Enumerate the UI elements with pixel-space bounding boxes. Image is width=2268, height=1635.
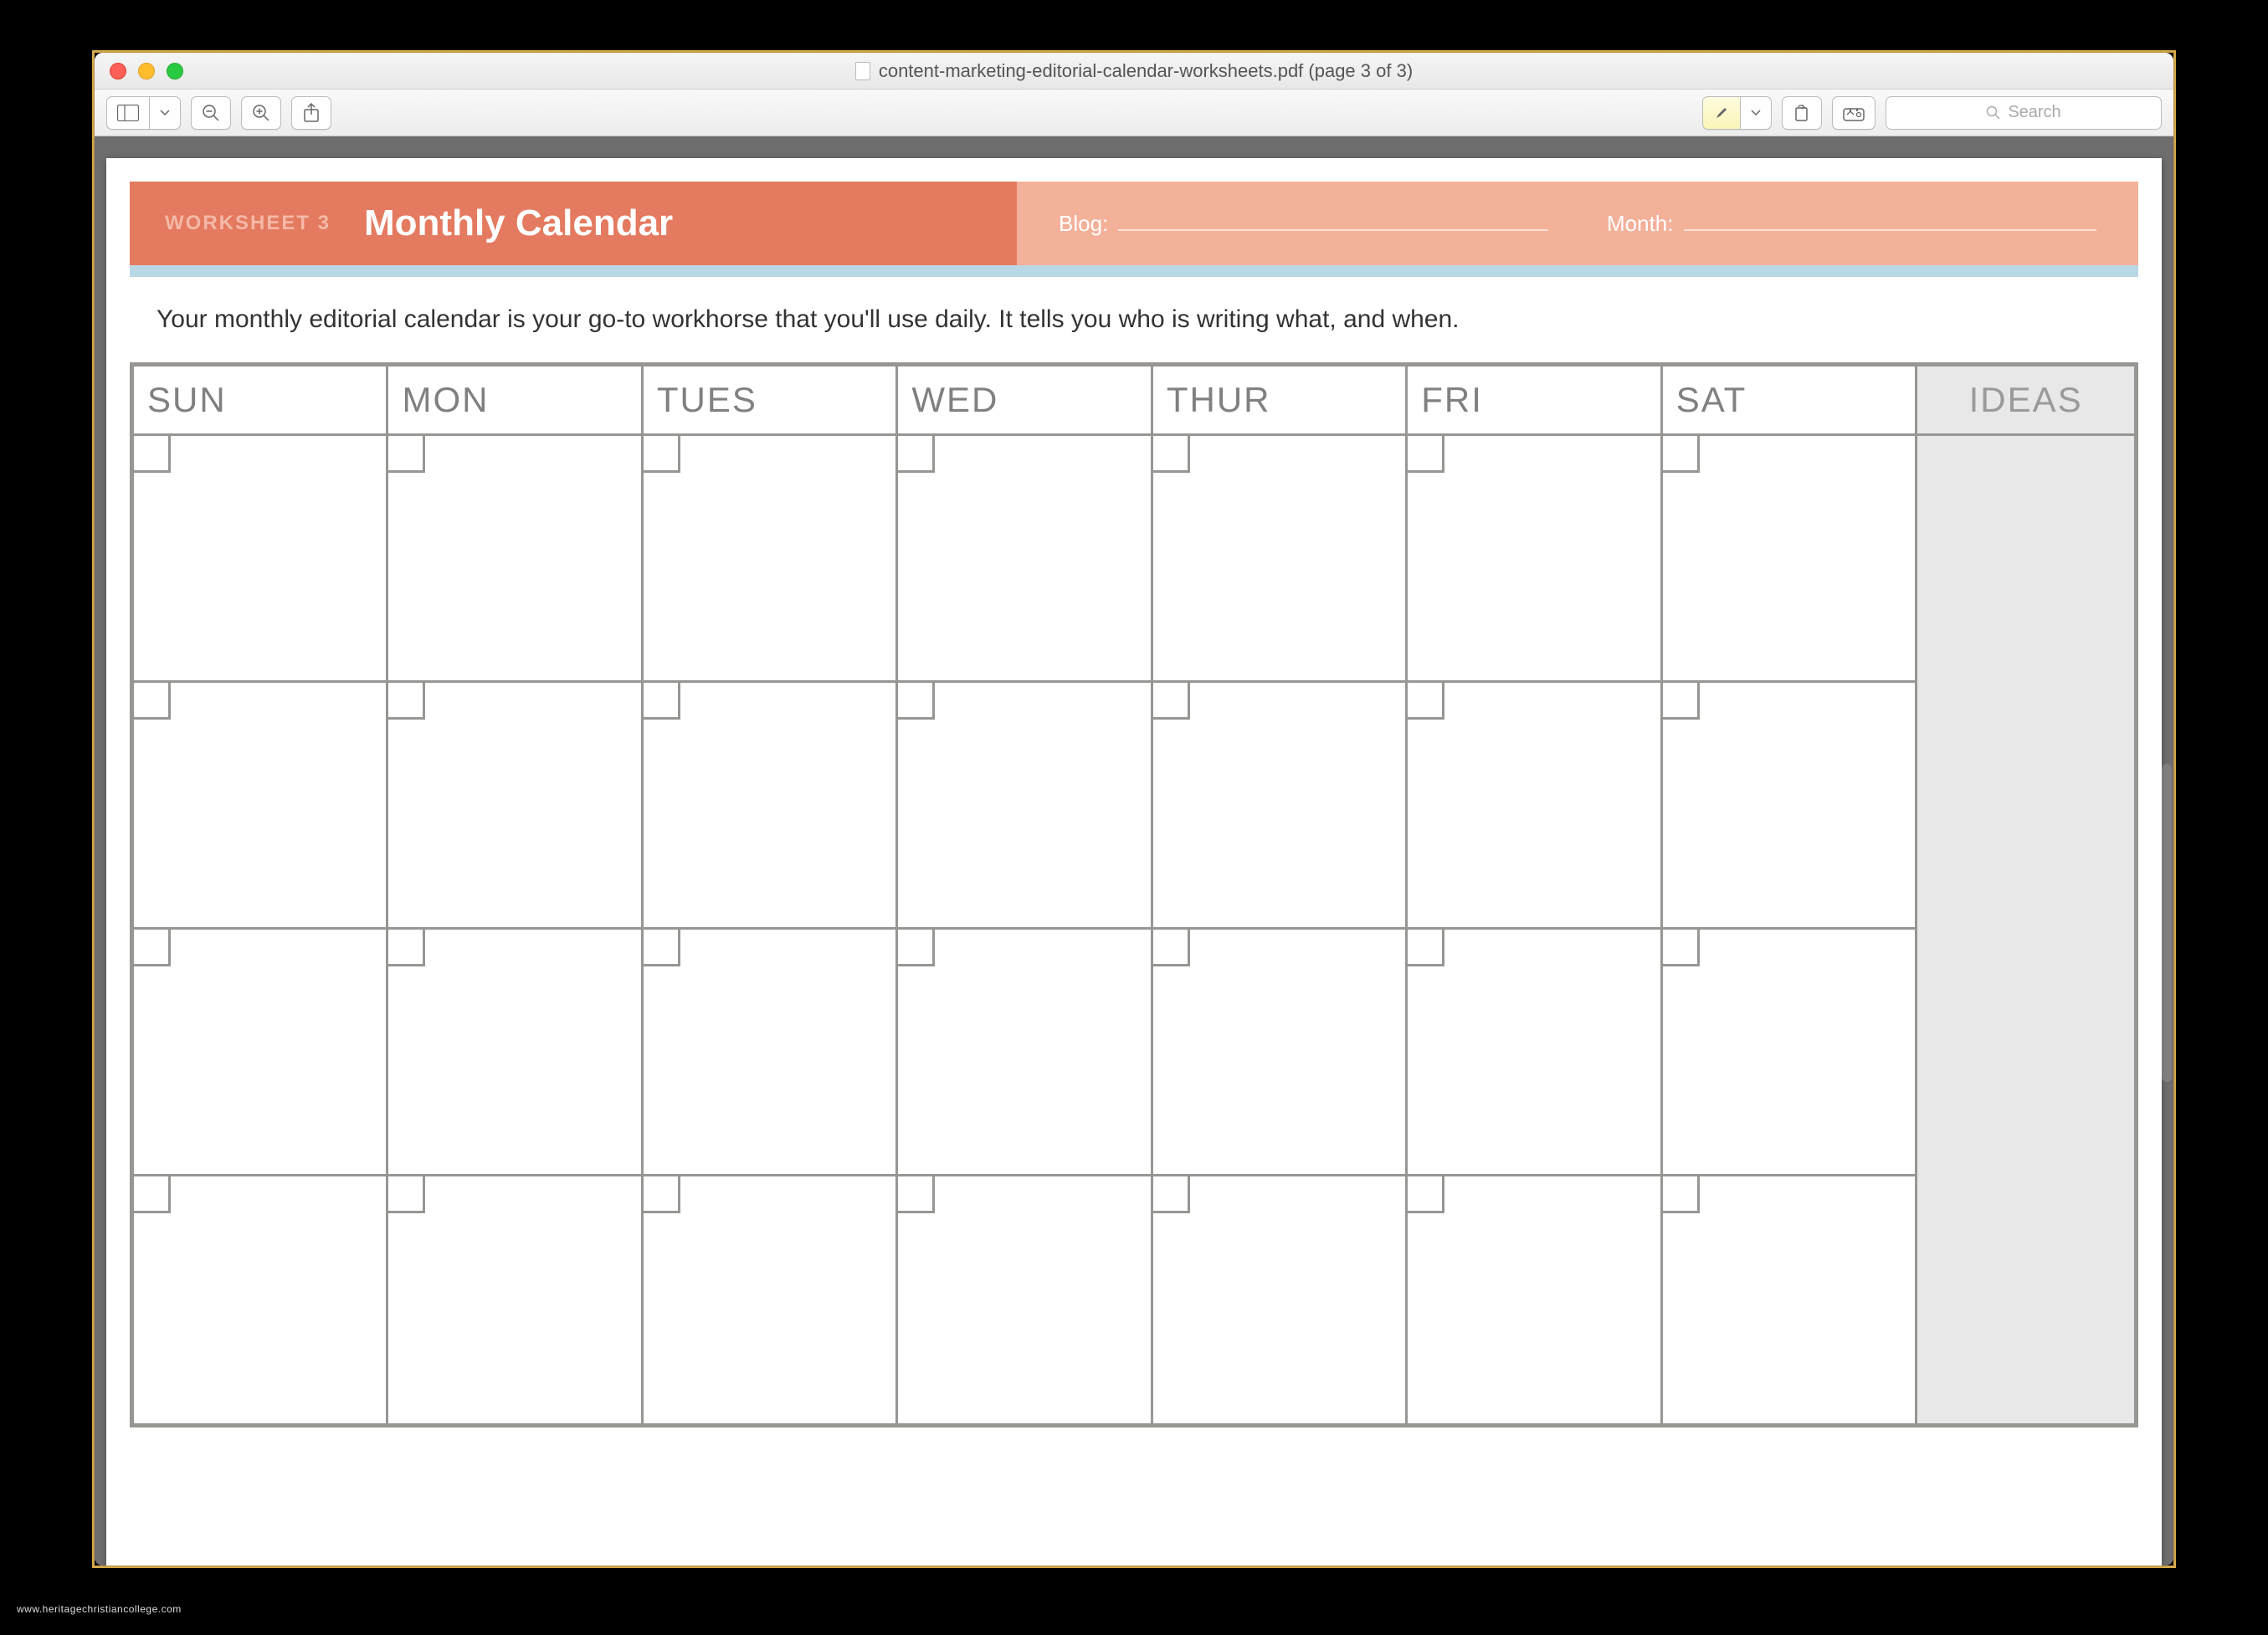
pdf-file-icon (855, 62, 870, 80)
calendar-body (134, 433, 2134, 1423)
vertical-scrollbar[interactable] (2162, 764, 2172, 1082)
calendar-day-cell (644, 436, 898, 683)
window-title: content-marketing-editorial-calendar-wor… (95, 60, 2173, 82)
day-header-mon: MON (388, 366, 643, 433)
rotate-icon (1793, 104, 1811, 122)
share-button[interactable] (291, 96, 331, 130)
zoom-out-button[interactable] (191, 96, 231, 130)
blog-field-line (1118, 214, 1548, 231)
calendar-day-cell (388, 1176, 643, 1423)
calendar-day-cell (1663, 683, 1917, 930)
calendar-day-cell (1153, 436, 1408, 683)
calendar-day-cell (1408, 683, 1662, 930)
day-header-sat: SAT (1663, 366, 1917, 433)
zoom-in-icon (252, 104, 270, 122)
markup-icon (1843, 105, 1865, 121)
calendar-day-cell (898, 436, 1152, 683)
calendar-day-cell (1408, 436, 1662, 683)
calendar-day-cell (1153, 930, 1408, 1176)
blog-field-label: Blog: (1059, 211, 1108, 237)
calendar-day-cell (1153, 683, 1408, 930)
pdf-page: WORKSHEET 3 Monthly Calendar Blog: Month… (106, 158, 2162, 1566)
day-header-tues: TUES (644, 366, 898, 433)
day-header-sun: SUN (134, 366, 388, 433)
calendar-day-cell (388, 683, 643, 930)
chevron-down-icon (1751, 110, 1761, 116)
month-field-line (1684, 214, 2097, 231)
chevron-down-icon (160, 110, 170, 116)
intro-text: Your monthly editorial calendar is your … (106, 277, 2162, 362)
search-icon (1986, 105, 2001, 120)
highlight-icon (1713, 105, 1730, 121)
calendar-day-cell (1153, 1176, 1408, 1423)
day-header-fri: FRI (1408, 366, 1662, 433)
toolbar: Search (95, 90, 2173, 136)
highlight-button[interactable] (1702, 96, 1772, 130)
calendar-day-cell (1408, 1176, 1662, 1423)
calendar-grid: SUN MON TUES WED THUR FRI SAT IDEAS (130, 362, 2138, 1427)
calendar-day-cell (1408, 930, 1662, 1176)
worksheet-header: WORKSHEET 3 Monthly Calendar Blog: Month… (130, 182, 2138, 265)
day-header-wed: WED (898, 366, 1152, 433)
markup-toolbar-button[interactable] (1832, 96, 1875, 130)
day-header-thur: THUR (1153, 366, 1408, 433)
calendar-day-cell (644, 930, 898, 1176)
calendar-day-cell (1663, 930, 1917, 1176)
minimize-window-button[interactable] (138, 63, 155, 79)
calendar-day-cell (134, 930, 388, 1176)
zoom-out-icon (202, 104, 220, 122)
calendar-day-cell (644, 1176, 898, 1423)
maximize-window-button[interactable] (167, 63, 183, 79)
zoom-in-button[interactable] (241, 96, 281, 130)
calendar-day-cell (134, 1176, 388, 1423)
worksheet-number-label: WORKSHEET 3 (165, 212, 331, 235)
share-icon (304, 103, 319, 123)
calendar-day-cell (388, 930, 643, 1176)
month-field-label: Month: (1607, 211, 1674, 237)
calendar-day-cell (898, 1176, 1152, 1423)
worksheet-title: Monthly Calendar (364, 202, 673, 244)
rotate-button[interactable] (1782, 96, 1822, 130)
header-accent-strip (130, 265, 2138, 277)
ideas-column (1917, 436, 2134, 1423)
calendar-header-row: SUN MON TUES WED THUR FRI SAT IDEAS (134, 366, 2134, 433)
watermark-text: www.heritagechristiancollege.com (17, 1603, 182, 1615)
calendar-day-cell (134, 683, 388, 930)
search-placeholder: Search (2008, 103, 2060, 122)
calendar-day-cell (898, 930, 1152, 1176)
ideas-header: IDEAS (1917, 366, 2134, 433)
calendar-day-cell (1663, 436, 1917, 683)
calendar-day-cell (898, 683, 1152, 930)
document-viewport[interactable]: WORKSHEET 3 Monthly Calendar Blog: Month… (95, 136, 2173, 1566)
sidebar-view-button[interactable] (106, 96, 181, 130)
window-title-text: content-marketing-editorial-calendar-wor… (879, 60, 1413, 82)
search-input[interactable]: Search (1886, 96, 2162, 130)
calendar-day-cell (1663, 1176, 1917, 1423)
calendar-day-cell (388, 436, 643, 683)
close-window-button[interactable] (110, 63, 126, 79)
calendar-day-cell (134, 436, 388, 683)
preview-window: content-marketing-editorial-calendar-wor… (95, 53, 2173, 1566)
window-titlebar: content-marketing-editorial-calendar-wor… (95, 53, 2173, 90)
sidebar-icon (117, 105, 139, 121)
calendar-day-cell (644, 683, 898, 930)
